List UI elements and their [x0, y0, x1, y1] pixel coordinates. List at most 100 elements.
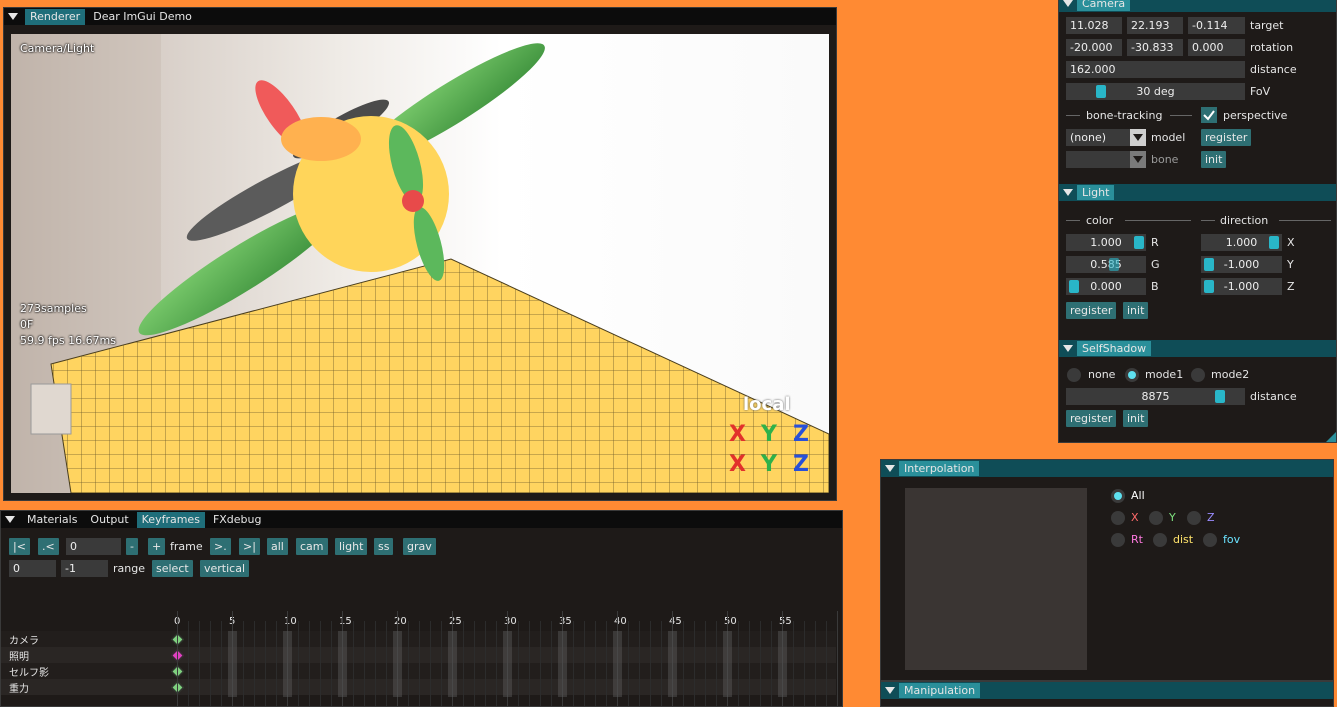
target-x-field[interactable]: 11.028 — [1066, 17, 1122, 34]
gizmo-y-bottom[interactable]: Y — [761, 452, 777, 477]
color-b-grab[interactable] — [1069, 280, 1079, 293]
frame-decrement-button[interactable]: - — [126, 538, 138, 555]
rotation-z-field[interactable]: 0.000 — [1188, 39, 1245, 56]
manipulation-header[interactable]: Manipulation — [881, 682, 1333, 699]
direction-z-grab[interactable] — [1204, 280, 1214, 293]
radio-mode2[interactable] — [1191, 368, 1205, 382]
interp-radio-fov[interactable] — [1203, 533, 1217, 547]
range-end-input[interactable]: -1 — [61, 560, 108, 577]
filter-all-button[interactable]: all — [267, 538, 288, 555]
timeline-tick — [760, 621, 761, 706]
interp-radio-all[interactable] — [1111, 489, 1125, 503]
timeline[interactable]: 0510152025303540455055 カメラ照明セルフ影重力 — [1, 611, 842, 706]
tab-output[interactable]: Output — [85, 512, 133, 528]
perspective-checkbox[interactable] — [1201, 107, 1217, 123]
interp-label-y: Y — [1169, 511, 1176, 524]
renderer-titlebar[interactable]: Renderer Dear ImGui Demo — [4, 8, 836, 25]
frame-increment-button[interactable]: + — [148, 538, 166, 555]
gizmo[interactable]: local X Y Z X Y Z — [723, 394, 823, 484]
collapse-icon[interactable] — [1063, 189, 1073, 196]
interp-radio-z[interactable] — [1187, 511, 1201, 525]
shadow-init-button[interactable]: init — [1123, 410, 1149, 427]
color-g-slider[interactable]: 0.585 — [1066, 256, 1146, 273]
filter-ss-button[interactable]: ss — [374, 538, 394, 555]
collapse-icon[interactable] — [885, 687, 895, 694]
filter-cam-button[interactable]: cam — [296, 538, 328, 555]
collapse-icon[interactable] — [1063, 345, 1073, 352]
range-start-input[interactable]: 0 — [9, 560, 56, 577]
camera-header[interactable]: Camera — [1059, 0, 1336, 12]
timeline-tick — [177, 611, 178, 706]
fps-readout: 59.9 fps 16.67ms — [20, 334, 117, 347]
tab-fxdebug[interactable]: FXdebug — [208, 512, 267, 528]
timeline-tick — [441, 621, 442, 706]
light-init-button[interactable]: init — [1123, 302, 1149, 319]
ruler-label: 40 — [614, 616, 627, 627]
color-r-label: R — [1151, 236, 1159, 249]
last-frame-button[interactable]: >| — [239, 538, 260, 555]
gizmo-x-top[interactable]: X — [729, 422, 746, 447]
interp-label-x: X — [1131, 511, 1139, 524]
fov-slider-grab[interactable] — [1096, 85, 1106, 98]
radio-none[interactable] — [1067, 368, 1081, 382]
target-z-field[interactable]: -0.114 — [1188, 17, 1245, 34]
light-header[interactable]: Light — [1059, 184, 1336, 201]
select-button[interactable]: select — [152, 560, 193, 577]
collapse-icon[interactable] — [5, 516, 15, 523]
viewport[interactable]: Camera/Light 273samples 0F 59.9 fps 16.6… — [11, 34, 829, 493]
interp-radio-rt[interactable] — [1111, 533, 1125, 547]
next-key-button[interactable]: >. — [210, 538, 231, 555]
selfshadow-header[interactable]: SelfShadow — [1059, 340, 1336, 357]
interp-radio-dist[interactable] — [1153, 533, 1167, 547]
distance-field[interactable]: 162.000 — [1066, 61, 1245, 78]
shadow-register-button[interactable]: register — [1066, 410, 1117, 427]
gizmo-y-top[interactable]: Y — [761, 422, 777, 447]
camera-init-button[interactable]: init — [1201, 151, 1227, 168]
color-g-grab[interactable] — [1109, 258, 1119, 271]
curve-editor[interactable] — [905, 488, 1087, 670]
frame-input[interactable]: 0 — [66, 538, 121, 555]
light-register-button[interactable]: register — [1066, 302, 1117, 319]
tab-renderer[interactable]: Renderer — [25, 8, 86, 25]
radio-mode1[interactable] — [1125, 368, 1139, 382]
timeline-tick — [804, 621, 805, 706]
collapse-icon[interactable] — [885, 465, 895, 472]
ruler-label: 55 — [779, 616, 792, 627]
timeline-tick — [683, 621, 684, 706]
keyframes-titlebar[interactable]: Materials Output Keyframes FXdebug — [1, 511, 842, 528]
filter-light-button[interactable]: light — [335, 538, 368, 555]
direction-y-grab[interactable] — [1204, 258, 1214, 271]
filter-grav-button[interactable]: grav — [403, 538, 436, 555]
first-frame-button[interactable]: |< — [9, 538, 30, 555]
vertical-button[interactable]: vertical — [200, 560, 250, 577]
rotation-y-field[interactable]: -30.833 — [1127, 39, 1183, 56]
tab-imgui-demo[interactable]: Dear ImGui Demo — [88, 9, 197, 25]
color-r-grab[interactable] — [1134, 236, 1144, 249]
bone-tracking-label: bone-tracking — [1086, 109, 1163, 122]
ruler-label: 50 — [724, 616, 737, 627]
gizmo-z-bottom[interactable]: Z — [793, 452, 809, 477]
target-y-field[interactable]: 22.193 — [1127, 17, 1183, 34]
camera-register-button[interactable]: register — [1201, 129, 1252, 146]
chevron-down-icon[interactable] — [1130, 151, 1146, 168]
gizmo-z-top[interactable]: Z — [793, 422, 809, 447]
gizmo-x-bottom[interactable]: X — [729, 452, 746, 477]
prev-key-button[interactable]: .< — [38, 538, 59, 555]
shadow-distance-grab[interactable] — [1215, 390, 1225, 403]
interp-radio-x[interactable] — [1111, 511, 1125, 525]
sample-count: 273samples — [20, 302, 87, 315]
radio-mode1-label: mode1 — [1145, 368, 1184, 381]
tab-materials[interactable]: Materials — [22, 512, 82, 528]
timeline-tick — [826, 621, 827, 706]
interp-radio-y[interactable] — [1149, 511, 1163, 525]
fov-slider[interactable]: 30 deg — [1066, 83, 1245, 100]
tab-keyframes[interactable]: Keyframes — [136, 511, 205, 528]
chevron-down-icon[interactable] — [1130, 129, 1146, 146]
interpolation-header[interactable]: Interpolation — [881, 460, 1333, 477]
resize-grip[interactable] — [1326, 432, 1336, 442]
frame-column-shade — [283, 631, 292, 697]
rotation-x-field[interactable]: -20.000 — [1066, 39, 1122, 56]
collapse-icon[interactable] — [8, 13, 18, 20]
collapse-icon[interactable] — [1063, 0, 1073, 7]
direction-x-grab[interactable] — [1269, 236, 1279, 249]
